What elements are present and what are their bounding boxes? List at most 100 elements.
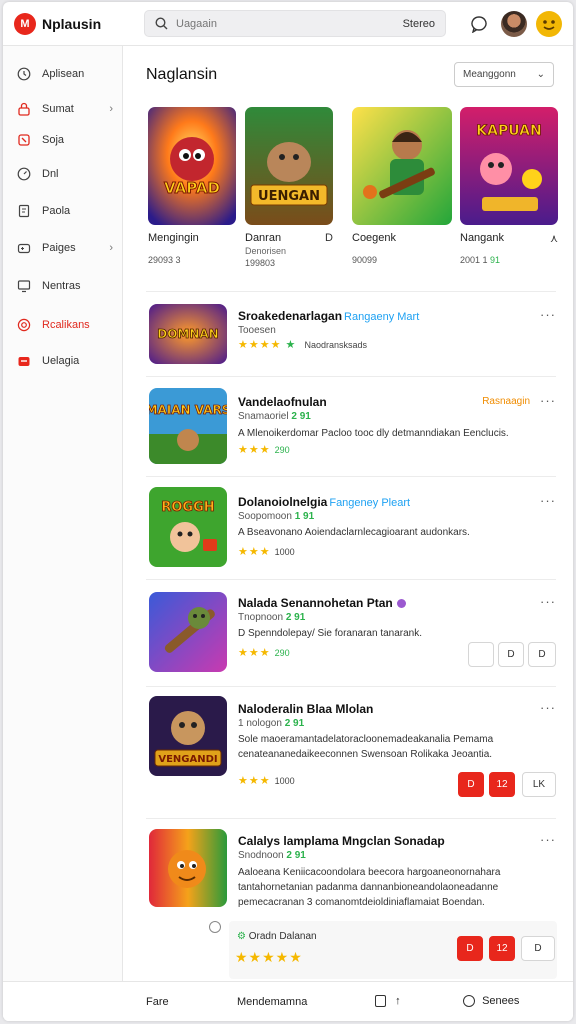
item-title: Nalada Senannohetan Ptan <box>238 596 406 610</box>
more-options-icon[interactable]: ··· <box>540 700 556 715</box>
sidebar-item-label: Dnl <box>42 168 59 180</box>
item-title: Sroakedenarlagan Rangaeny Mart <box>238 309 420 323</box>
more-options-icon[interactable]: ··· <box>540 493 556 508</box>
item-rating: ★★★ 1000 <box>238 775 295 787</box>
bottom-item-mendemamna[interactable]: Mendemamna <box>237 996 307 1008</box>
sidebar-item-paola[interactable]: Paola <box>3 197 122 225</box>
sidebar-item-sumat[interactable]: Sumat › <box>3 95 122 123</box>
item-subtitle: Snodnoon 2 91 <box>238 850 306 861</box>
item-rating: ★★★ 290 <box>238 444 290 456</box>
list-item[interactable]: MAIAN VARS Vandelaofnulan Rasnaagin ··· … <box>146 388 556 474</box>
action-button[interactable]: D <box>528 642 556 667</box>
sort-dropdown[interactable]: Meanggonn ⌄ <box>454 62 554 87</box>
item-subtitle: Tnopnoon 2 91 <box>238 612 306 623</box>
item-description: Aaloeana Keniicacoondolara beecora hargo… <box>238 867 501 908</box>
sort-label: Meanggonn <box>463 69 516 80</box>
list-item[interactable]: VENGANDI Naloderalin Blaa Mlolan ··· 1 n… <box>146 696 556 816</box>
search-bar[interactable]: Stereo <box>144 10 446 37</box>
top-header: M Nplausin Stereo <box>3 2 573 46</box>
featured-card[interactable]: UENGAN Danran Denorisen 199803 D <box>245 107 333 268</box>
sidebar-item-soja[interactable]: Soja <box>3 126 122 154</box>
sidebar-item-label: Paola <box>42 205 71 217</box>
radio-option-icon[interactable] <box>209 921 221 933</box>
action-button[interactable]: D <box>521 936 555 961</box>
emoji-avatar[interactable] <box>536 11 562 37</box>
action-button[interactable]: D <box>457 936 483 961</box>
search-icon <box>155 17 168 30</box>
sidebar-item-dnl[interactable]: Dnl <box>3 160 122 188</box>
featured-meta: 2001 1 91 <box>460 255 501 265</box>
featured-name: Coegenk <box>352 232 397 244</box>
list-item[interactable]: Nalada Senannohetan Ptan ··· Tnopnoon 2 … <box>146 592 556 684</box>
item-description: Sole maoeramantadelatoracloonemadeakanal… <box>238 734 494 760</box>
user-avatar[interactable] <box>501 11 527 37</box>
action-button[interactable] <box>468 642 494 667</box>
more-options-icon[interactable]: ··· <box>540 832 556 847</box>
box-icon <box>375 995 386 1008</box>
action-button[interactable]: D <box>458 772 484 797</box>
sidebar-item-label: Rcalikans <box>42 319 90 331</box>
clock-icon <box>16 66 32 82</box>
sidebar-item-rcalikans[interactable]: Rcalikans <box>3 311 122 339</box>
sidebar-item-aplisean[interactable]: Aplisean <box>3 60 122 88</box>
more-options-icon[interactable]: ··· <box>540 307 556 322</box>
search-button[interactable]: Stereo <box>403 18 435 30</box>
more-options-icon[interactable]: ··· <box>540 393 556 408</box>
chat-icon[interactable] <box>467 12 491 36</box>
featured-name: Nangank <box>460 232 505 244</box>
bottom-item-fare[interactable]: Fare <box>146 996 169 1008</box>
rating-panel: ⚙ Oradn Dalanan ★★★★★ D 12 D <box>229 921 557 979</box>
bottom-bar: Fare Mendemamna ↑ Senees <box>3 981 573 1021</box>
item-rating: ★★★ 1000 <box>238 546 295 558</box>
item-title: Calalys lamplama Mngclan Sonadap <box>238 834 445 848</box>
search-input[interactable] <box>176 17 403 30</box>
item-title: Naloderalin Blaa Mlolan <box>238 702 374 716</box>
app-icon <box>149 592 227 672</box>
svg-text:VAPAD: VAPAD <box>164 179 220 197</box>
list-item[interactable]: DOMNAN Sroakedenarlagan Rangaeny Mart ···… <box>146 304 556 376</box>
item-description: A Bseavonano Aoiendaclarnlecagioarant au… <box>238 527 470 538</box>
featured-meta: 29093 3 <box>148 255 181 265</box>
featured-name: Danran <box>245 232 282 244</box>
app-icon <box>149 829 227 907</box>
sidebar-item-label: Aplisean <box>42 68 85 80</box>
list-item[interactable]: ROGGH Dolanoiolnelgia Fangeney Pleart ···… <box>146 487 556 577</box>
logo[interactable]: M Nplausin <box>14 12 134 35</box>
svg-text:KAPUAN: KAPUAN <box>476 123 541 139</box>
featured-card[interactable]: KAPUAN Nangank 2001 1 91 ⋏ <box>460 107 558 265</box>
target-icon <box>16 317 32 333</box>
sidebar-item-nentras[interactable]: Nentras <box>3 272 122 300</box>
monitor-icon <box>16 278 32 294</box>
item-description: D Spenndolepay/ Sie foranaran tanarank. <box>238 628 423 639</box>
document-icon <box>16 203 32 219</box>
item-rating: ★★★★ ★ Naodransksads <box>238 339 367 351</box>
divider <box>146 579 556 580</box>
sidebar-item-label: Uelagia <box>42 355 80 367</box>
item-subtitle: Snamaoriel 2 91 <box>238 411 311 422</box>
rating-label: ⚙ Oradn Dalanan <box>237 931 317 942</box>
sidebar-item-uelagia[interactable]: Uelagia <box>3 347 122 375</box>
featured-card[interactable]: VAPAD Mengingin 29093 3 <box>148 107 236 265</box>
chevron-down-icon: ⌄ <box>536 69 545 80</box>
featured-sub: Denorisen <box>245 246 287 256</box>
action-button[interactable]: D <box>498 642 524 667</box>
action-button[interactable]: LK <box>522 772 556 797</box>
more-options-icon[interactable]: ··· <box>540 594 556 609</box>
chevron-right-icon: › <box>109 242 113 254</box>
bottom-item-upload[interactable]: ↑ <box>375 995 401 1008</box>
app-icon: ROGGH <box>149 487 227 567</box>
featured-card[interactable]: Coegenk 90099 <box>352 107 452 265</box>
app-icon: MAIAN VARS <box>149 388 227 464</box>
featured-meta: 199803 <box>245 258 276 268</box>
item-title: Dolanoiolnelgia Fangeney Pleart <box>238 495 411 509</box>
action-button[interactable]: 12 <box>489 936 515 961</box>
bottom-item-senees[interactable]: Senees <box>463 995 519 1008</box>
featured-action[interactable]: ⋏ <box>550 232 558 245</box>
featured-action[interactable]: D <box>325 232 333 244</box>
app-icon: VENGANDI <box>149 696 227 776</box>
sidebar-item-label: Paiges <box>42 242 76 254</box>
item-description: A Mlenoikerdomar Pacloo tooc dly detmann… <box>238 428 509 439</box>
sidebar-item-paiges[interactable]: Paiges › <box>3 234 122 262</box>
list-item[interactable]: Calalys lamplama Mngclan Sonadap ··· Sno… <box>146 829 557 979</box>
action-button[interactable]: 12 <box>489 772 515 797</box>
